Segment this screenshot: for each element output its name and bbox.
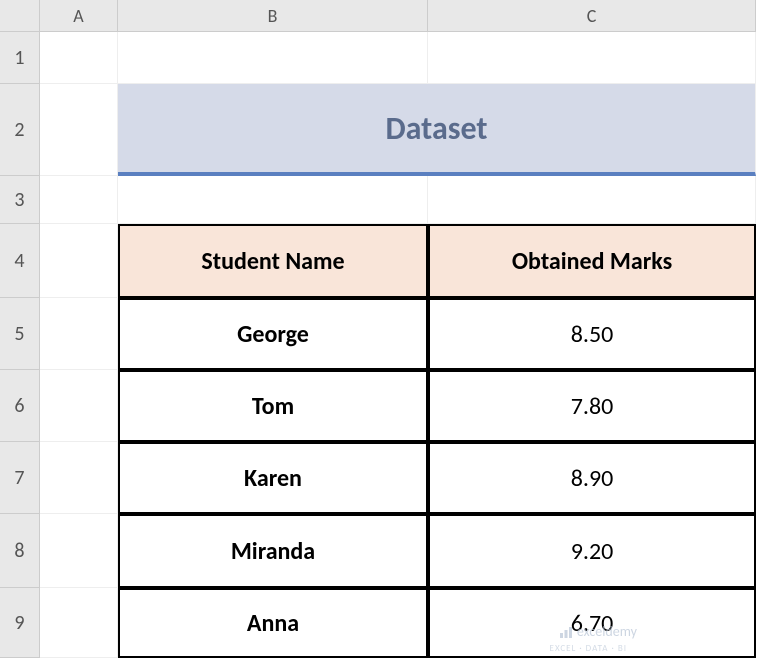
row-header-1[interactable]: 1 [0, 32, 40, 84]
table-row[interactable]: Miranda [118, 514, 428, 588]
cell-a4[interactable] [40, 224, 118, 298]
spreadsheet-grid: A B C 1 2 Dataset 3 4 Student Name Obtai… [0, 0, 767, 658]
table-row[interactable]: 8.50 [428, 298, 756, 370]
chart-icon [559, 625, 573, 639]
row-header-2[interactable]: 2 [0, 84, 40, 176]
cell-a7[interactable] [40, 442, 118, 514]
cell-c1[interactable] [428, 32, 756, 84]
row-header-6[interactable]: 6 [0, 370, 40, 442]
row-header-9[interactable]: 9 [0, 588, 40, 658]
col-header-c[interactable]: C [428, 0, 756, 32]
watermark-text: exceldemy [577, 623, 637, 640]
cell-a6[interactable] [40, 370, 118, 442]
row-header-8[interactable]: 8 [0, 514, 40, 588]
table-row[interactable]: Anna [118, 588, 428, 658]
row-header-5[interactable]: 5 [0, 298, 40, 370]
cell-b1[interactable] [118, 32, 428, 84]
table-row[interactable]: 9.20 [428, 514, 756, 588]
row-header-3[interactable]: 3 [0, 176, 40, 224]
row-header-7[interactable]: 7 [0, 442, 40, 514]
table-row[interactable]: George [118, 298, 428, 370]
table-row[interactable]: 8.90 [428, 442, 756, 514]
dataset-title[interactable]: Dataset [118, 84, 756, 176]
cell-a8[interactable] [40, 514, 118, 588]
cell-b3[interactable] [118, 176, 428, 224]
watermark-tagline: EXCEL · DATA · BI [550, 643, 627, 654]
table-header-name[interactable]: Student Name [118, 224, 428, 298]
col-header-a[interactable]: A [40, 0, 118, 32]
col-header-b[interactable]: B [118, 0, 428, 32]
cell-a2[interactable] [40, 84, 118, 176]
row-header-4[interactable]: 4 [0, 224, 40, 298]
cell-a3[interactable] [40, 176, 118, 224]
cell-a9[interactable] [40, 588, 118, 658]
table-row[interactable]: Tom [118, 370, 428, 442]
select-all-corner[interactable] [0, 0, 40, 32]
table-header-marks[interactable]: Obtained Marks [428, 224, 756, 298]
table-row[interactable]: 7.80 [428, 370, 756, 442]
cell-c3[interactable] [428, 176, 756, 224]
table-row[interactable]: Karen [118, 442, 428, 514]
watermark-brand: exceldemy [559, 623, 637, 640]
cell-a5[interactable] [40, 298, 118, 370]
cell-a1[interactable] [40, 32, 118, 84]
